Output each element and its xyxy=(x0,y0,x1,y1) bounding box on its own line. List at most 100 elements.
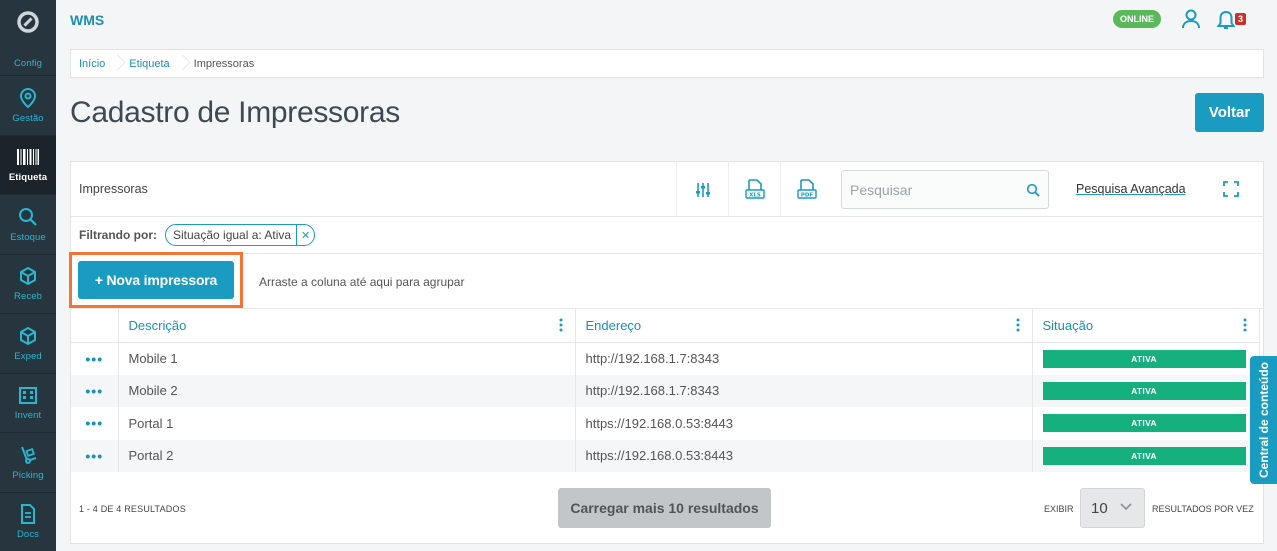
bell-icon[interactable] xyxy=(1216,10,1236,35)
search-field[interactable] xyxy=(841,170,1049,209)
svg-text:XLS: XLS xyxy=(749,192,761,198)
sidebar-item-docs[interactable]: Docs xyxy=(0,493,56,551)
cell-endereco: http://192.168.1.7:8343 xyxy=(575,342,1033,375)
sidebar-item-config[interactable]: Config xyxy=(0,34,56,76)
status-badge: ONLINE xyxy=(1113,10,1162,28)
sidebar-item-exped[interactable]: Exped xyxy=(0,314,56,374)
export-xls-button[interactable]: XLS xyxy=(728,162,780,217)
content-center-tab[interactable]: Central de conteúdo xyxy=(1250,356,1277,484)
load-more-button[interactable]: Carregar mais 10 resultados xyxy=(558,488,771,528)
cell-situacao: ATIVA xyxy=(1032,439,1260,472)
column-label: Situação xyxy=(1042,317,1094,333)
sidebar-item-estoque[interactable]: Estoque xyxy=(0,195,56,255)
search-icon xyxy=(17,206,39,228)
sidebar-item-invent[interactable]: Invent xyxy=(0,374,56,433)
search-input[interactable] xyxy=(850,181,1020,198)
filter-row: Filtrando por: Situação igual a: Ativa ✕ xyxy=(71,217,1263,254)
column-menu-icon[interactable] xyxy=(559,318,563,332)
breadcrumb-item-inicio[interactable]: Início xyxy=(79,58,105,70)
column-descricao[interactable]: Descrição xyxy=(118,309,576,343)
cell-situacao: ATIVA xyxy=(1032,342,1260,375)
sidebar-item-picking[interactable]: Picking xyxy=(0,433,56,493)
status-badge: ATIVA xyxy=(1042,349,1246,368)
filter-chip-label: Situação igual a: Ativa xyxy=(173,228,292,242)
sidebar-item-label: Gestão xyxy=(12,112,44,124)
column-menu-icon[interactable] xyxy=(1243,318,1247,332)
cell-descricao: Portal 1 xyxy=(118,407,576,440)
table-header-row: Descrição Endereço Situação xyxy=(71,309,1260,343)
per-page-value: 10 xyxy=(1091,499,1108,517)
cell-situacao: ATIVA xyxy=(1032,374,1260,407)
page-title: Cadastro de Impressoras xyxy=(70,96,400,129)
group-row: + Nova impressora Arraste a coluna até a… xyxy=(69,252,1263,309)
table-footer: 1 - 4 DE 4 RESULTADOS Carregar mais 10 r… xyxy=(71,488,1263,528)
sidebar-item-label: Etiqueta xyxy=(8,172,48,184)
cell-descricao: Mobile 2 xyxy=(118,374,576,407)
sidebar-item-label: Config xyxy=(13,58,43,69)
row-actions-icon[interactable]: ••• xyxy=(71,374,119,407)
sidebar: Config Gestão Etiqueta Estoque Receb Exp… xyxy=(0,0,56,551)
status-badge: ATIVA xyxy=(1042,414,1246,433)
table-row[interactable]: ••• Portal 2 https://192.168.0.53:8443 A… xyxy=(71,439,1260,472)
advanced-search-link[interactable]: Pesquisa Avançada xyxy=(1076,182,1186,196)
cell-endereco: https://192.168.0.53:8443 xyxy=(575,439,1033,472)
breadcrumb-item-etiqueta[interactable]: Etiqueta xyxy=(129,58,169,70)
filter-chip: Situação igual a: Ativa ✕ xyxy=(165,224,316,246)
row-actions-icon[interactable]: ••• xyxy=(71,439,119,472)
back-button[interactable]: Voltar xyxy=(1195,93,1264,132)
pdf-file-icon: PDF xyxy=(796,178,817,199)
cell-descricao: Portal 2 xyxy=(118,439,576,472)
column-label: Endereço xyxy=(585,317,642,333)
chevron-down-icon xyxy=(1120,503,1132,511)
filter-label: Filtrando por: xyxy=(79,228,157,242)
search-icon[interactable] xyxy=(1026,183,1040,197)
sidebar-item-gestao[interactable]: Gestão xyxy=(0,76,56,136)
column-label: Descrição xyxy=(128,317,187,333)
export-pdf-button[interactable]: PDF xyxy=(780,162,832,217)
row-actions-icon[interactable]: ••• xyxy=(71,407,119,440)
hand-truck-icon xyxy=(17,444,39,466)
cell-situacao: ATIVA xyxy=(1032,407,1260,440)
status-badge: ATIVA xyxy=(1042,381,1246,400)
printers-table: Descrição Endereço Situação ••• Mobile 1… xyxy=(71,309,1260,472)
sliders-icon xyxy=(695,182,710,197)
column-menu-icon[interactable] xyxy=(1016,318,1020,332)
cell-descricao: Mobile 1 xyxy=(118,342,576,375)
xls-file-icon: XLS xyxy=(744,178,765,199)
cell-endereco: http://192.168.1.7:8343 xyxy=(575,374,1033,407)
user-icon[interactable] xyxy=(1181,9,1201,34)
breadcrumb-separator xyxy=(112,49,120,78)
sidebar-item-label: Docs xyxy=(16,529,40,541)
sidebar-item-receb[interactable]: Receb xyxy=(0,255,56,314)
building-icon xyxy=(17,384,39,406)
table-row[interactable]: ••• Mobile 2 http://192.168.1.7:8343 ATI… xyxy=(71,374,1260,407)
panel-toolbar: Impressoras XLS PDF Pesquisa Avançada xyxy=(71,162,1263,217)
breadcrumb: Início Etiqueta Impressoras xyxy=(70,49,1264,78)
per-page-select[interactable]: 10 xyxy=(1080,488,1145,528)
cell-endereco: https://192.168.0.53:8443 xyxy=(575,407,1033,440)
sidebar-item-etiqueta[interactable]: Etiqueta xyxy=(0,135,56,195)
column-endereco[interactable]: Endereço xyxy=(575,309,1033,343)
app-title: WMS xyxy=(70,12,105,28)
highlight-box: + Nova impressora xyxy=(69,252,243,308)
sidebar-item-label: Exped xyxy=(14,350,42,362)
per-page-label: EXIBIR xyxy=(1044,504,1074,514)
printers-panel: Impressoras XLS PDF Pesquisa Avançada Fi… xyxy=(69,161,1264,544)
column-situacao[interactable]: Situação xyxy=(1032,309,1260,343)
content-center-label: Central de conteúdo xyxy=(1256,361,1271,479)
table-row[interactable]: ••• Portal 1 https://192.168.0.53:8443 A… xyxy=(71,407,1260,440)
box-icon xyxy=(17,265,39,287)
logo-icon xyxy=(17,11,39,33)
breadcrumb-separator xyxy=(177,49,185,78)
remove-filter-icon[interactable]: ✕ xyxy=(296,225,314,245)
sidebar-item-label: Picking xyxy=(12,469,44,481)
panel-title: Impressoras xyxy=(79,182,148,196)
new-printer-button[interactable]: + Nova impressora xyxy=(78,261,234,299)
per-page-suffix: RESULTADOS POR VEZ xyxy=(1152,504,1254,514)
column-actions xyxy=(71,309,119,343)
breadcrumb-item-impressoras: Impressoras xyxy=(193,57,255,70)
column-settings-button[interactable] xyxy=(676,162,728,217)
table-row[interactable]: ••• Mobile 1 http://192.168.1.7:8343 ATI… xyxy=(71,342,1260,375)
fullscreen-icon[interactable] xyxy=(1223,181,1239,202)
row-actions-icon[interactable]: ••• xyxy=(71,342,119,375)
